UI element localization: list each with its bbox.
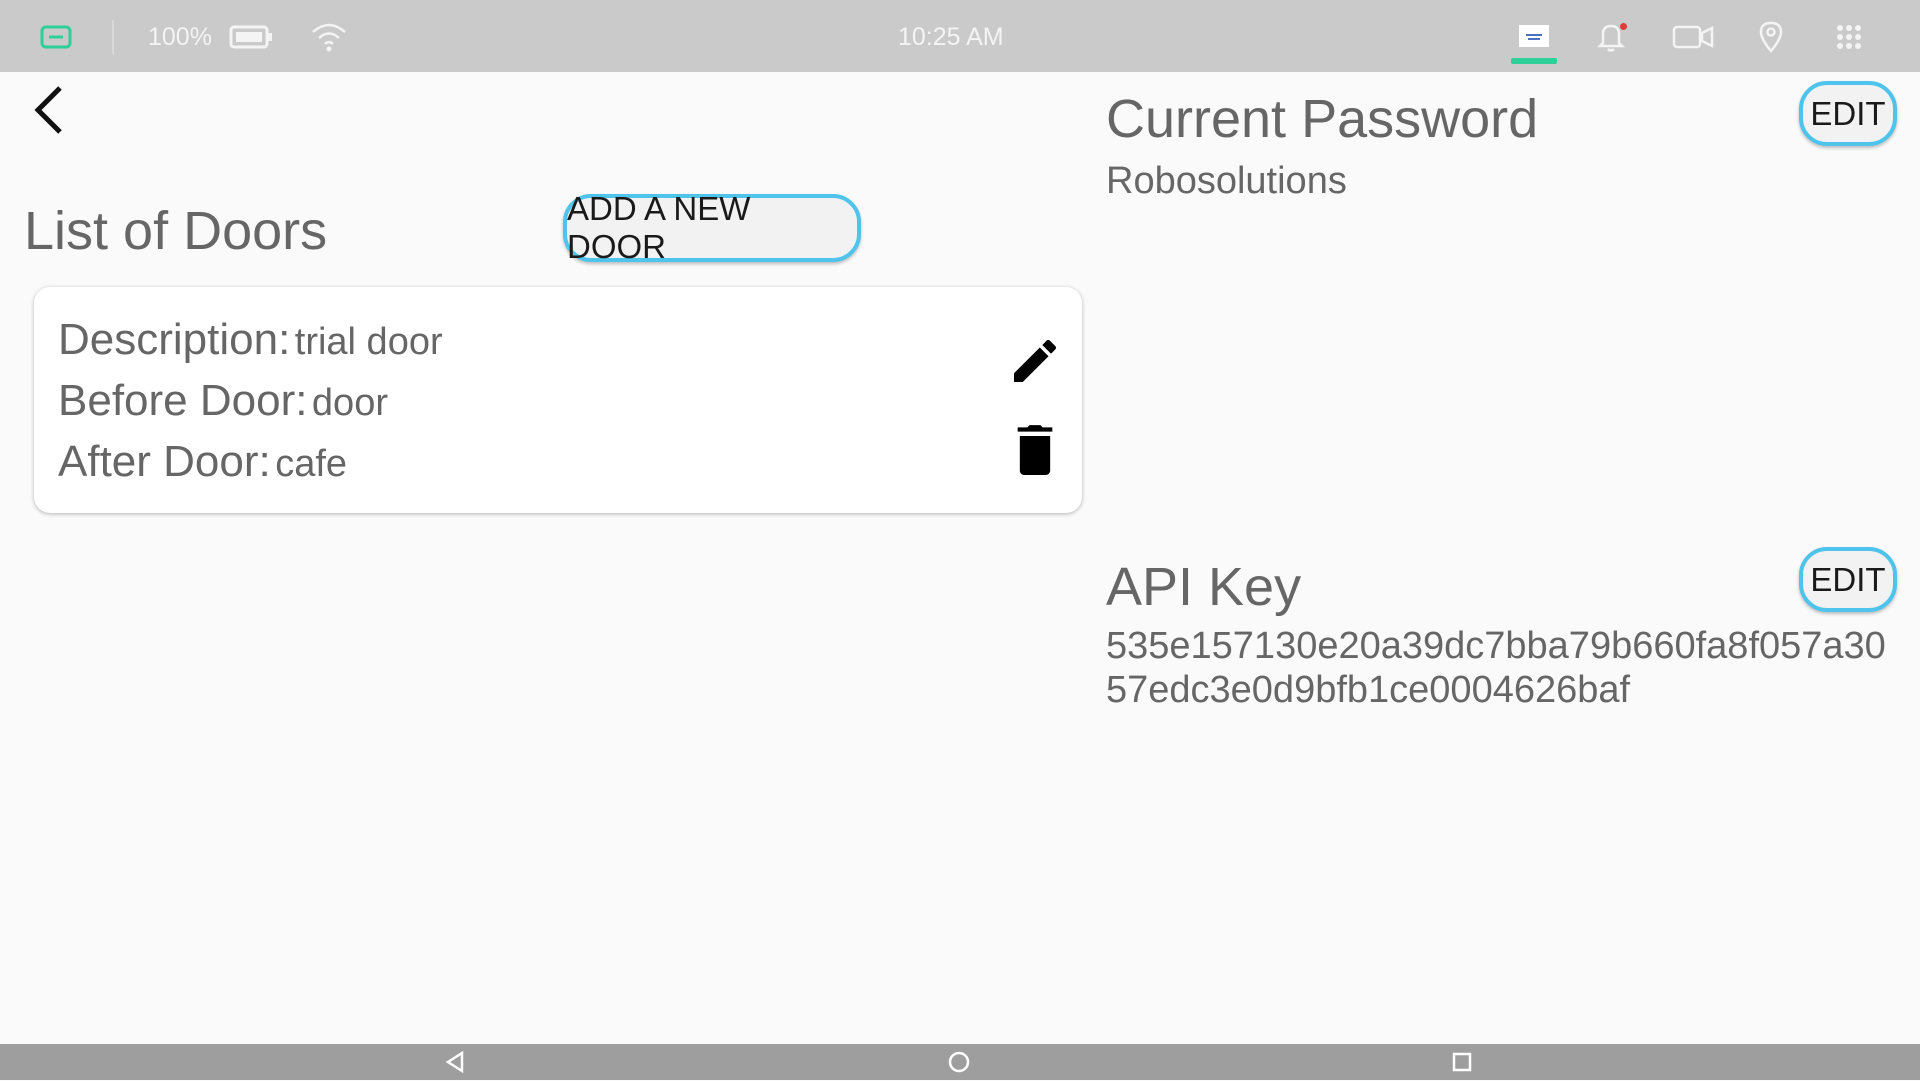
nav-recents-button[interactable] <box>1448 1048 1476 1076</box>
delete-door-button[interactable] <box>1009 419 1061 479</box>
notification-dot <box>1620 23 1627 30</box>
wifi-icon <box>310 20 348 54</box>
app-thumbnail-icon[interactable] <box>1518 24 1550 48</box>
recents-square-icon <box>1452 1052 1472 1072</box>
edit-door-button[interactable] <box>1007 333 1063 389</box>
status-divider <box>112 20 114 54</box>
door-description-row: Description: trial door <box>58 315 443 365</box>
battery-icon <box>229 22 273 52</box>
door-before-label: Before Door: <box>58 376 308 425</box>
home-circle-icon <box>948 1051 970 1073</box>
active-app-indicator <box>1511 58 1557 64</box>
nav-home-button[interactable] <box>945 1048 973 1076</box>
video-camera-icon[interactable] <box>1672 23 1714 51</box>
app-icon[interactable] <box>38 22 74 52</box>
pencil-icon <box>1014 339 1057 382</box>
back-triangle-icon <box>445 1050 464 1074</box>
status-bar: 100% 10:25 AM <box>0 0 1920 72</box>
api-key-value: 535e157130e20a39dc7bba79b660fa8f057a3057… <box>1106 625 1886 711</box>
api-key-title: API Key <box>1106 557 1302 617</box>
add-door-button[interactable]: ADD A NEW DOOR <box>563 190 861 265</box>
status-time: 10:25 AM <box>898 22 1004 51</box>
door-after-label: After Door: <box>58 437 271 486</box>
trash-icon <box>1017 425 1053 475</box>
grid-menu-icon[interactable] <box>1834 22 1864 52</box>
edit-password-button[interactable]: EDIT <box>1799 81 1897 146</box>
door-card: Description: trial door Before Door: doo… <box>34 287 1082 513</box>
password-title: Current Password <box>1106 89 1539 149</box>
door-before-row: Before Door: door <box>58 376 388 426</box>
door-after-value: cafe <box>275 443 348 485</box>
navigation-bar <box>0 1044 1920 1080</box>
chevron-left-icon <box>34 86 62 134</box>
nav-back-button[interactable] <box>442 1048 470 1076</box>
door-after-row: After Door: cafe <box>58 437 347 487</box>
location-pin-icon[interactable] <box>1758 20 1784 54</box>
door-before-value: door <box>311 382 388 424</box>
password-value: Robosolutions <box>1106 160 1347 202</box>
door-description-label: Description: <box>58 315 291 364</box>
doors-title: List of Doors <box>24 201 328 261</box>
back-button[interactable] <box>30 82 74 138</box>
door-description-value: trial door <box>294 321 443 363</box>
edit-api-key-button[interactable]: EDIT <box>1799 547 1897 612</box>
battery-percent: 100% <box>148 22 212 51</box>
